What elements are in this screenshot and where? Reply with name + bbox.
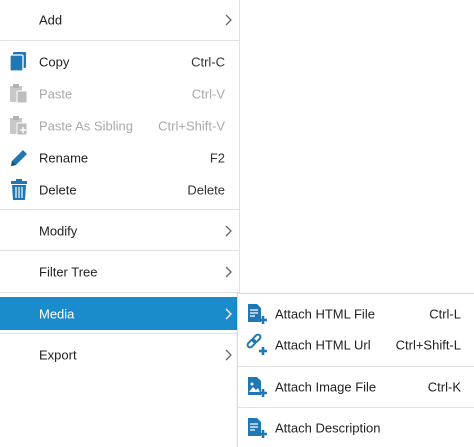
chevron-right-icon — [225, 349, 232, 361]
menu-separator — [0, 209, 239, 210]
menu-item-label: Rename — [39, 150, 89, 166]
menu-item-modify[interactable]: Modify — [0, 215, 239, 247]
menu-item-label: Paste As Sibling — [39, 118, 133, 134]
menu-item-label: Export — [39, 347, 77, 363]
menu-item-label: Add — [39, 12, 63, 28]
attach-html-file-icon — [248, 304, 267, 324]
submenu-item-label: Attach Image File — [275, 379, 377, 395]
menu-item-filter-tree[interactable]: Filter Tree — [0, 256, 239, 288]
menu-separator — [0, 292, 239, 293]
pencil-icon — [11, 150, 27, 166]
submenu-item-attach-description[interactable]: Attach Description — [238, 411, 474, 445]
submenu-item-attach-image-file[interactable]: Attach Image File Ctrl-K — [238, 370, 474, 404]
submenu-item-label: Attach Description — [275, 420, 381, 436]
chevron-right-icon — [225, 225, 232, 237]
menu-item-shortcut: Ctrl-C — [191, 54, 225, 70]
menu-item-shortcut: F2 — [209, 150, 225, 166]
menu-item-copy[interactable]: Copy Ctrl-C — [0, 46, 239, 78]
media-submenu: Attach HTML File Ctrl-L Attach HTML Url … — [237, 293, 474, 447]
submenu-item-label: Attach HTML Url — [275, 337, 371, 353]
context-menu: Add Copy Ctrl-C Paste Ctrl-V Paste As Si… — [0, 0, 240, 376]
submenu-item-label: Attach HTML File — [275, 306, 375, 322]
menu-separator — [0, 40, 239, 41]
menu-item-label: Modify — [39, 223, 78, 239]
menu-item-shortcut: Delete — [187, 182, 225, 198]
menu-item-paste-as-sibling[interactable]: Paste As Sibling Ctrl+Shift-V — [0, 110, 239, 142]
paste-sibling-icon — [10, 116, 28, 136]
paste-icon — [10, 84, 28, 104]
attach-url-icon — [246, 333, 267, 355]
menu-item-label: Paste — [39, 86, 73, 102]
menu-separator — [0, 333, 239, 334]
chevron-right-icon — [225, 308, 232, 319]
submenu-item-shortcut: Ctrl+Shift-L — [395, 337, 461, 353]
menu-item-rename[interactable]: Rename F2 — [0, 142, 239, 174]
menu-item-paste[interactable]: Paste Ctrl-V — [0, 78, 239, 110]
trash-icon — [11, 179, 27, 200]
chevron-right-icon — [225, 266, 232, 278]
submenu-item-attach-html-file[interactable]: Attach HTML File Ctrl-L — [238, 297, 474, 331]
menu-item-delete[interactable]: Delete Delete — [0, 174, 239, 206]
menu-item-label: Filter Tree — [39, 264, 98, 280]
menu-item-label: Copy — [39, 54, 70, 70]
submenu-item-shortcut: Ctrl-K — [427, 379, 461, 395]
chevron-right-icon — [225, 14, 232, 26]
attach-image-icon — [248, 377, 267, 397]
submenu-item-shortcut: Ctrl-L — [429, 306, 461, 322]
menu-item-shortcut: Ctrl+Shift-V — [158, 118, 225, 134]
submenu-separator — [238, 366, 474, 367]
menu-item-add[interactable]: Add — [0, 4, 239, 36]
menu-item-label: Delete — [39, 182, 77, 198]
menu-item-export[interactable]: Export — [0, 339, 239, 371]
copy-icon — [9, 52, 26, 72]
menu-item-media[interactable]: Media — [0, 297, 239, 330]
menu-item-shortcut: Ctrl-V — [191, 86, 225, 102]
menu-separator — [0, 250, 239, 251]
submenu-item-attach-html-url[interactable]: Attach HTML Url Ctrl+Shift-L — [238, 328, 474, 362]
attach-description-icon — [248, 418, 267, 438]
menu-item-label: Media — [39, 306, 75, 321]
submenu-separator — [238, 407, 474, 408]
